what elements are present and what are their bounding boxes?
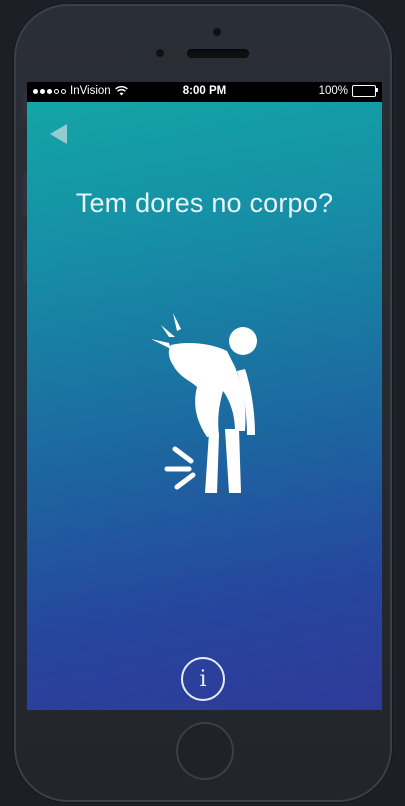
battery-icon — [352, 85, 378, 97]
back-arrow-icon[interactable] — [47, 122, 71, 146]
info-button[interactable]: i — [181, 657, 225, 701]
proximity-sensor — [213, 28, 221, 36]
phone-screen: InVision 8:00 PM 100% Tem dores no corpo… — [27, 82, 382, 710]
home-button — [176, 722, 234, 780]
status-right: 100% — [318, 85, 378, 97]
app-content: Tem dores no corpo? i — [27, 102, 382, 710]
status-bar: InVision 8:00 PM 100% — [27, 82, 382, 102]
earpiece-speaker — [187, 49, 249, 58]
battery-percentage: 100% — [318, 85, 348, 97]
front-camera — [154, 47, 166, 59]
body-pain-icon — [151, 313, 257, 493]
page-title: Tem dores no corpo? — [75, 188, 334, 218]
info-icon: i — [199, 666, 207, 692]
